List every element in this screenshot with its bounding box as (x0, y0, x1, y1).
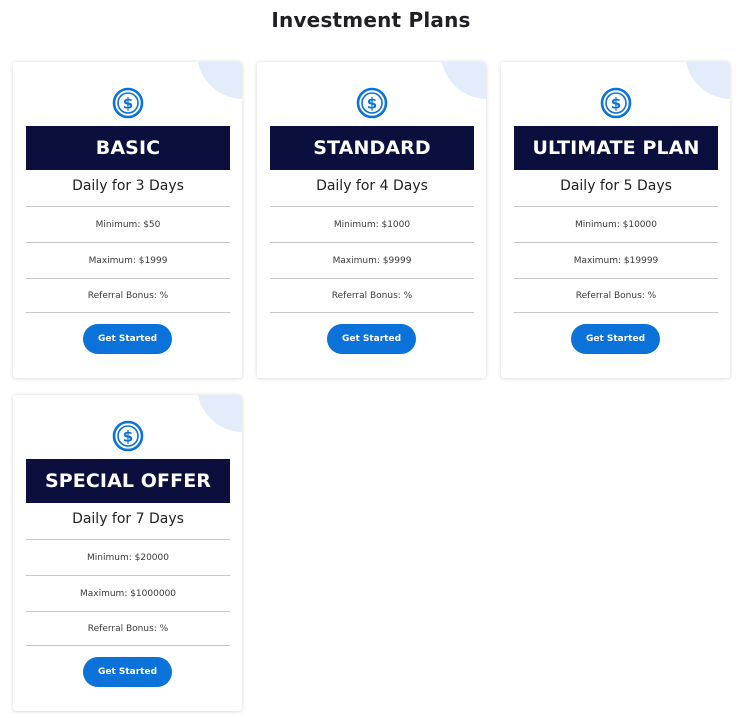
plan-minimum: Minimum: $50 (26, 206, 230, 242)
plan-card-basic: $ BASIC Daily for 3 Days Minimum: $50 Ma… (13, 62, 242, 378)
plan-name: BASIC (26, 126, 230, 170)
dollar-circle-icon: $ (356, 87, 388, 119)
get-started-button[interactable]: Get Started (83, 324, 172, 354)
plan-name: SPECIAL OFFER (26, 459, 230, 503)
plan-minimum: Minimum: $10000 (514, 206, 718, 242)
plan-card-special-offer: $ SPECIAL OFFER Daily for 7 Days Minimum… (13, 395, 242, 711)
plan-maximum: Maximum: $9999 (270, 242, 474, 278)
dollar-circle-icon: $ (112, 420, 144, 452)
svg-text:$: $ (367, 95, 377, 113)
plan-duration: Daily for 5 Days (560, 178, 672, 194)
plan-duration: Daily for 3 Days (72, 178, 184, 194)
dollar-circle-icon: $ (112, 87, 144, 119)
svg-text:$: $ (611, 95, 621, 113)
corner-decoration (441, 62, 486, 99)
corner-decoration (197, 62, 242, 99)
plan-name: STANDARD (270, 126, 474, 170)
plan-referral-bonus: Referral Bonus: % (26, 611, 230, 646)
get-started-button[interactable]: Get Started (327, 324, 416, 354)
corner-decoration (685, 62, 730, 99)
plan-referral-bonus: Referral Bonus: % (514, 278, 718, 313)
get-started-button[interactable]: Get Started (571, 324, 660, 354)
corner-decoration (197, 395, 242, 432)
get-started-button[interactable]: Get Started (83, 657, 172, 687)
svg-text:$: $ (123, 428, 133, 446)
plan-name: ULTIMATE PLAN (514, 126, 718, 170)
investment-plans-page: Investment Plans $ BASIC Daily for 3 Day… (0, 0, 742, 718)
plan-card-ultimate: $ ULTIMATE PLAN Daily for 5 Days Minimum… (501, 62, 730, 378)
plan-referral-bonus: Referral Bonus: % (26, 278, 230, 313)
plan-minimum: Minimum: $20000 (26, 539, 230, 575)
plan-maximum: Maximum: $19999 (514, 242, 718, 278)
plan-duration: Daily for 7 Days (72, 511, 184, 527)
plan-minimum: Minimum: $1000 (270, 206, 474, 242)
plan-maximum: Maximum: $1999 (26, 242, 230, 278)
svg-text:$: $ (123, 95, 133, 113)
plan-duration: Daily for 4 Days (316, 178, 428, 194)
plan-referral-bonus: Referral Bonus: % (270, 278, 474, 313)
plan-maximum: Maximum: $1000000 (26, 575, 230, 611)
plan-card-standard: $ STANDARD Daily for 4 Days Minimum: $10… (257, 62, 486, 378)
page-title: Investment Plans (271, 8, 471, 32)
dollar-circle-icon: $ (600, 87, 632, 119)
